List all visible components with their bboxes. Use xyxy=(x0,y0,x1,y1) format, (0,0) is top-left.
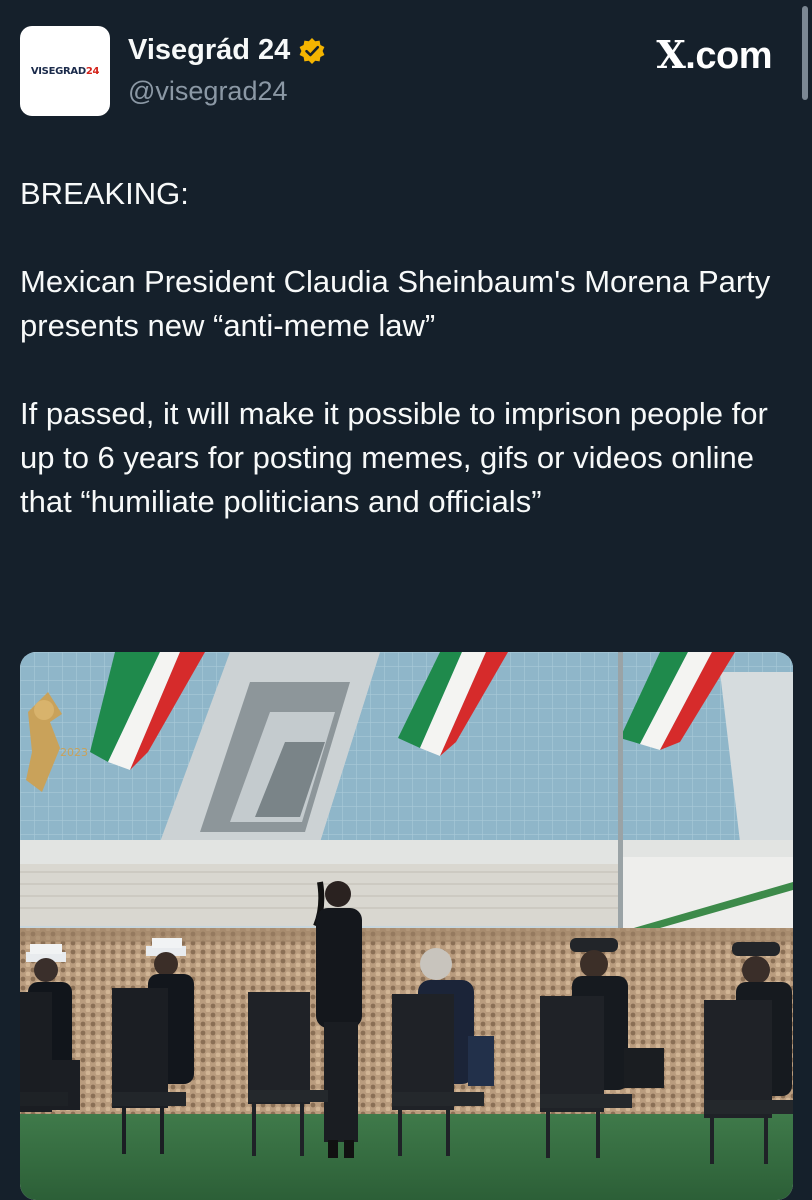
grass-field xyxy=(20,1114,793,1200)
x-watermark: X.com xyxy=(656,32,772,77)
display-name[interactable]: Visegrád 24 xyxy=(128,34,290,67)
scrollbar[interactable] xyxy=(802,6,808,100)
x-logo-icon: X xyxy=(656,32,686,77)
tweet-photo[interactable]: 2023 xyxy=(20,652,793,1200)
author-handle[interactable]: @visegrad24 xyxy=(128,76,288,107)
avatar-logo: VISEGRAD24 xyxy=(30,65,100,77)
tweet-paragraph: BREAKING: xyxy=(20,176,189,211)
tweet-paragraph: Mexican President Claudia Sheinbaum's Mo… xyxy=(20,264,771,343)
emblem-year: 2023 xyxy=(60,746,88,759)
tweet-text: BREAKING: Mexican President Claudia Shei… xyxy=(20,172,790,524)
author-name-row[interactable]: Visegrád 24 xyxy=(128,34,326,67)
verified-badge-icon xyxy=(298,37,326,65)
tweet-header: VISEGRAD24 Visegrád 24 @visegrad24 X.com xyxy=(0,0,812,130)
avatar[interactable]: VISEGRAD24 xyxy=(20,26,110,116)
tweet-paragraph: If passed, it will make it possible to i… xyxy=(20,396,768,519)
